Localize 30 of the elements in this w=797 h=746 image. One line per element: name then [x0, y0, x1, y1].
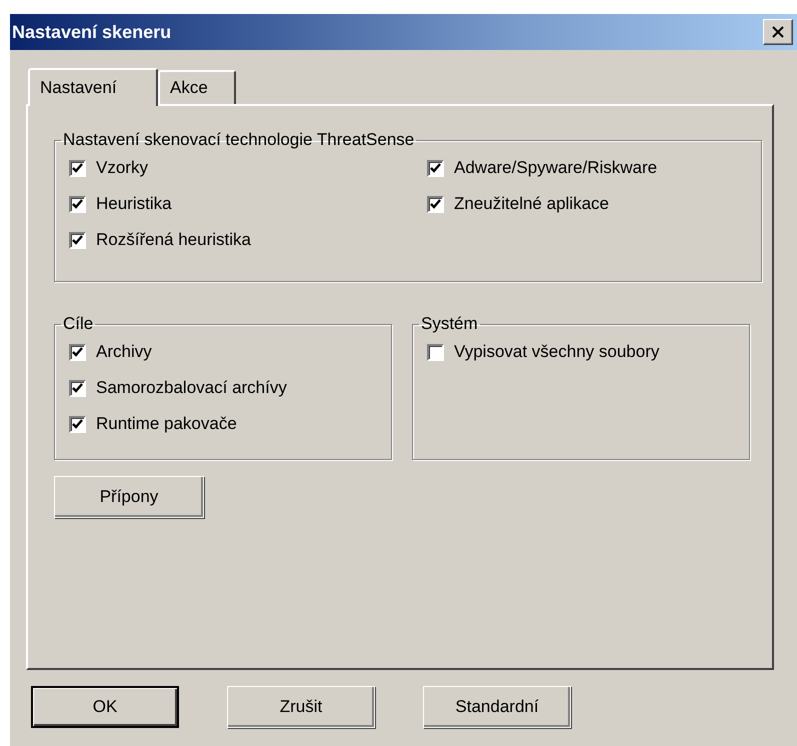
checkbox-label: Archivy — [96, 342, 152, 362]
close-button[interactable] — [763, 19, 793, 45]
group-title: Nastavení skenovací technologie ThreatSense — [62, 130, 416, 150]
checkbox[interactable] — [427, 344, 444, 360]
checkbox-label: Zneužitelné aplikace — [454, 194, 609, 214]
dialog-button[interactable]: Standardní — [423, 686, 571, 728]
dialog-button[interactable]: OK — [31, 686, 179, 728]
dialog-button[interactable]: Zrušit — [227, 686, 375, 728]
extensions-button[interactable]: Přípony — [54, 476, 204, 518]
checkbox-label: Vypisovat všechny soubory — [454, 342, 660, 362]
checkbox-label: Heuristika — [96, 194, 172, 214]
checkbox-label: Adware/Spyware/Riskware — [454, 158, 658, 178]
checkbox[interactable] — [69, 380, 86, 396]
checkbox[interactable] — [427, 196, 444, 212]
checkbox[interactable] — [69, 416, 86, 432]
tab[interactable]: Nastavení — [28, 68, 158, 106]
checkbox-label: Vzorky — [96, 158, 148, 178]
group-title: Cíle — [62, 314, 94, 334]
tab[interactable]: Akce — [158, 70, 236, 104]
checkbox[interactable] — [69, 344, 86, 360]
checkbox-label: Samorozbalovací archívy — [96, 378, 287, 398]
group-title: Systém — [420, 314, 479, 334]
checkbox[interactable] — [427, 160, 444, 176]
checkbox[interactable] — [69, 160, 86, 176]
checkbox-label: Rozšířená heuristika — [96, 230, 251, 250]
checkbox[interactable] — [69, 196, 86, 212]
checkbox-label: Runtime pakovače — [96, 414, 237, 434]
window-title: Nastavení skeneru — [12, 22, 172, 42]
checkbox[interactable] — [69, 232, 86, 248]
close-icon — [772, 26, 784, 38]
